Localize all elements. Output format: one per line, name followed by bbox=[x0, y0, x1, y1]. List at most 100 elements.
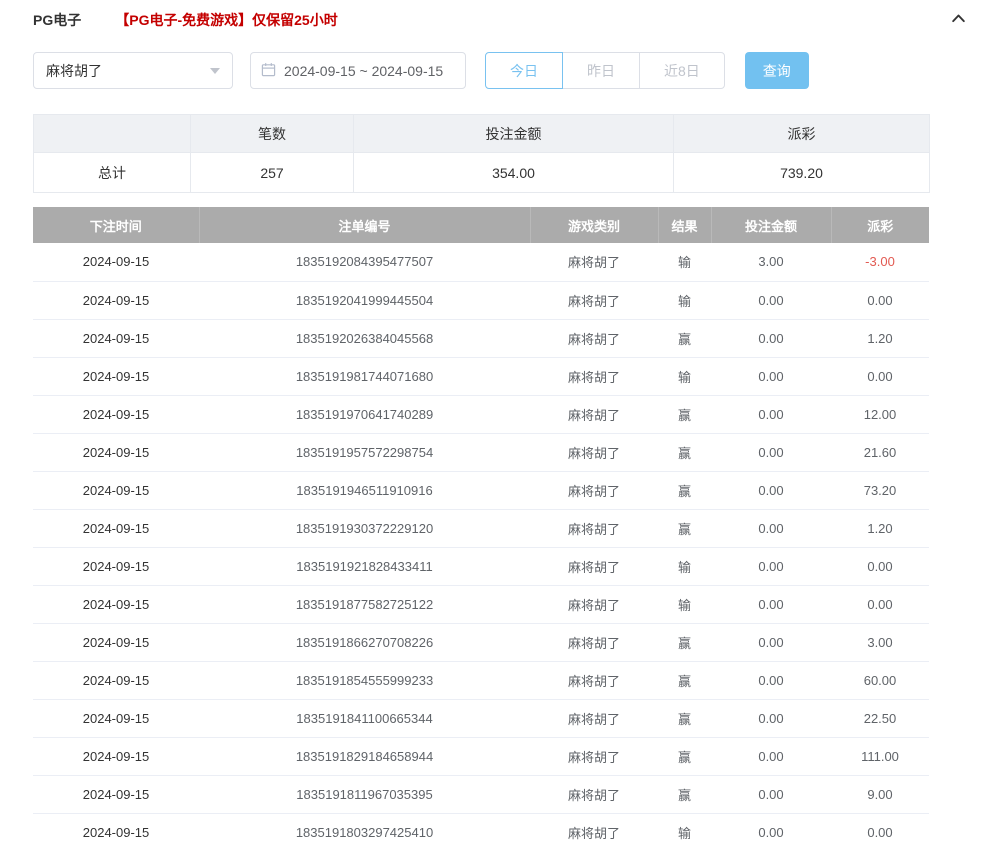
result-cell: 赢 bbox=[658, 395, 711, 433]
header-payout: 派彩 bbox=[831, 207, 929, 243]
bet-amount-cell: 0.00 bbox=[711, 699, 831, 737]
bet-date-cell: 2024-09-15 bbox=[33, 243, 199, 281]
payout-cell: 73.20 bbox=[831, 471, 929, 509]
game-type-cell: 麻将胡了 bbox=[530, 395, 658, 433]
header-bet-time: 下注时间 bbox=[33, 207, 199, 243]
bet-date-cell: 2024-09-15 bbox=[33, 319, 199, 357]
bet-date-cell: 2024-09-15 bbox=[33, 813, 199, 844]
summary-total-label: 总计 bbox=[34, 153, 191, 193]
table-row: 2024-09-15 1835192041999445504 麻将胡了 输 0.… bbox=[33, 281, 929, 319]
bet-date-cell: 2024-09-15 bbox=[33, 661, 199, 699]
order-id-cell: 1835191811967035395 bbox=[199, 775, 530, 813]
payout-cell: 0.00 bbox=[831, 281, 929, 319]
bet-amount-cell: 0.00 bbox=[711, 661, 831, 699]
table-row: 2024-09-15 1835191841100665344 麻将胡了 赢 0.… bbox=[33, 699, 929, 737]
game-type-cell: 麻将胡了 bbox=[530, 623, 658, 661]
yesterday-button[interactable]: 昨日 bbox=[562, 52, 640, 89]
bet-amount-cell: 0.00 bbox=[711, 395, 831, 433]
order-id-cell: 1835191957572298754 bbox=[199, 433, 530, 471]
order-id-cell: 1835191921828433411 bbox=[199, 547, 530, 585]
last-8-days-button[interactable]: 近8日 bbox=[639, 52, 725, 89]
bet-date-cell: 2024-09-15 bbox=[33, 357, 199, 395]
order-id-cell: 1835191829184658944 bbox=[199, 737, 530, 775]
header-result: 结果 bbox=[658, 207, 711, 243]
summary-payout-value: 739.20 bbox=[674, 153, 930, 193]
panel-title: PG电子 bbox=[33, 10, 81, 30]
result-cell: 输 bbox=[658, 813, 711, 844]
header-bet-amount: 投注金额 bbox=[711, 207, 831, 243]
quick-range-group: 今日 昨日 近8日 bbox=[485, 52, 725, 89]
summary-header-count: 笔数 bbox=[191, 115, 354, 153]
payout-cell: 1.20 bbox=[831, 319, 929, 357]
table-row: 2024-09-15 1835191946511910916 麻将胡了 赢 0.… bbox=[33, 471, 929, 509]
order-id-cell: 1835191981744071680 bbox=[199, 357, 530, 395]
bet-amount-cell: 0.00 bbox=[711, 737, 831, 775]
result-cell: 赢 bbox=[658, 471, 711, 509]
chevron-up-icon bbox=[950, 10, 967, 30]
bet-date-cell: 2024-09-15 bbox=[33, 395, 199, 433]
today-button[interactable]: 今日 bbox=[485, 52, 563, 89]
order-id-cell: 1835191854555999233 bbox=[199, 661, 530, 699]
payout-cell: 0.00 bbox=[831, 547, 929, 585]
records-tbody: 2024-09-15 1835192084395477507 麻将胡了 输 3.… bbox=[33, 243, 929, 844]
table-row: 2024-09-15 1835191811967035395 麻将胡了 赢 0.… bbox=[33, 775, 929, 813]
header-order-id: 注单编号 bbox=[199, 207, 530, 243]
collapse-button[interactable] bbox=[946, 10, 970, 30]
payout-cell: 0.00 bbox=[831, 585, 929, 623]
query-button[interactable]: 查询 bbox=[745, 52, 809, 89]
chevron-down-icon bbox=[210, 68, 220, 74]
bet-amount-cell: 0.00 bbox=[711, 357, 831, 395]
bet-date-cell: 2024-09-15 bbox=[33, 281, 199, 319]
filter-bar: 麻将胡了 2024-09-15 ~ 2024-09-15 今日 昨日 近8日 查… bbox=[33, 52, 970, 89]
game-type-cell: 麻将胡了 bbox=[530, 775, 658, 813]
result-cell: 赢 bbox=[658, 509, 711, 547]
bet-date-cell: 2024-09-15 bbox=[33, 585, 199, 623]
table-row: 2024-09-15 1835191981744071680 麻将胡了 输 0.… bbox=[33, 357, 929, 395]
game-type-cell: 麻将胡了 bbox=[530, 737, 658, 775]
payout-cell: 111.00 bbox=[831, 737, 929, 775]
game-type-cell: 麻将胡了 bbox=[530, 661, 658, 699]
game-type-cell: 麻将胡了 bbox=[530, 509, 658, 547]
game-type-cell: 麻将胡了 bbox=[530, 357, 658, 395]
game-select[interactable]: 麻将胡了 bbox=[33, 52, 233, 89]
bet-amount-cell: 0.00 bbox=[711, 433, 831, 471]
order-id-cell: 1835191946511910916 bbox=[199, 471, 530, 509]
table-row: 2024-09-15 1835191930372229120 麻将胡了 赢 0.… bbox=[33, 509, 929, 547]
order-id-cell: 1835191841100665344 bbox=[199, 699, 530, 737]
bet-amount-cell: 0.00 bbox=[711, 585, 831, 623]
result-cell: 赢 bbox=[658, 623, 711, 661]
bet-amount-cell: 0.00 bbox=[711, 319, 831, 357]
result-cell: 输 bbox=[658, 547, 711, 585]
calendar-icon bbox=[261, 62, 276, 80]
table-row: 2024-09-15 1835191829184658944 麻将胡了 赢 0.… bbox=[33, 737, 929, 775]
result-cell: 赢 bbox=[658, 661, 711, 699]
summary-header-row: 笔数 投注金额 派彩 bbox=[34, 115, 930, 153]
pg-records-panel: PG电子 【PG电子-免费游戏】仅保留25小时 麻将胡了 2024-09-15 … bbox=[0, 0, 1003, 844]
bet-date-cell: 2024-09-15 bbox=[33, 775, 199, 813]
panel-header: PG电子 【PG电子-免费游戏】仅保留25小时 bbox=[33, 8, 970, 32]
game-type-cell: 麻将胡了 bbox=[530, 585, 658, 623]
table-row: 2024-09-15 1835191957572298754 麻将胡了 赢 0.… bbox=[33, 433, 929, 471]
table-row: 2024-09-15 1835192084395477507 麻将胡了 输 3.… bbox=[33, 243, 929, 281]
payout-cell: 3.00 bbox=[831, 623, 929, 661]
table-row: 2024-09-15 1835191970641740289 麻将胡了 赢 0.… bbox=[33, 395, 929, 433]
game-type-cell: 麻将胡了 bbox=[530, 813, 658, 844]
bet-amount-cell: 0.00 bbox=[711, 281, 831, 319]
result-cell: 赢 bbox=[658, 319, 711, 357]
game-type-cell: 麻将胡了 bbox=[530, 547, 658, 585]
table-row: 2024-09-15 1835191921828433411 麻将胡了 输 0.… bbox=[33, 547, 929, 585]
records-header-row: 下注时间 注单编号 游戏类别 结果 投注金额 派彩 bbox=[33, 207, 929, 243]
order-id-cell: 1835191877582725122 bbox=[199, 585, 530, 623]
date-range-input[interactable]: 2024-09-15 ~ 2024-09-15 bbox=[250, 52, 466, 89]
summary-header-payout: 派彩 bbox=[674, 115, 930, 153]
bet-date-cell: 2024-09-15 bbox=[33, 547, 199, 585]
bet-amount-cell: 0.00 bbox=[711, 775, 831, 813]
order-id-cell: 1835191930372229120 bbox=[199, 509, 530, 547]
table-row: 2024-09-15 1835191854555999233 麻将胡了 赢 0.… bbox=[33, 661, 929, 699]
order-id-cell: 1835191803297425410 bbox=[199, 813, 530, 844]
game-select-value: 麻将胡了 bbox=[46, 61, 102, 81]
game-type-cell: 麻将胡了 bbox=[530, 471, 658, 509]
game-type-cell: 麻将胡了 bbox=[530, 243, 658, 281]
bet-date-cell: 2024-09-15 bbox=[33, 471, 199, 509]
order-id-cell: 1835191970641740289 bbox=[199, 395, 530, 433]
